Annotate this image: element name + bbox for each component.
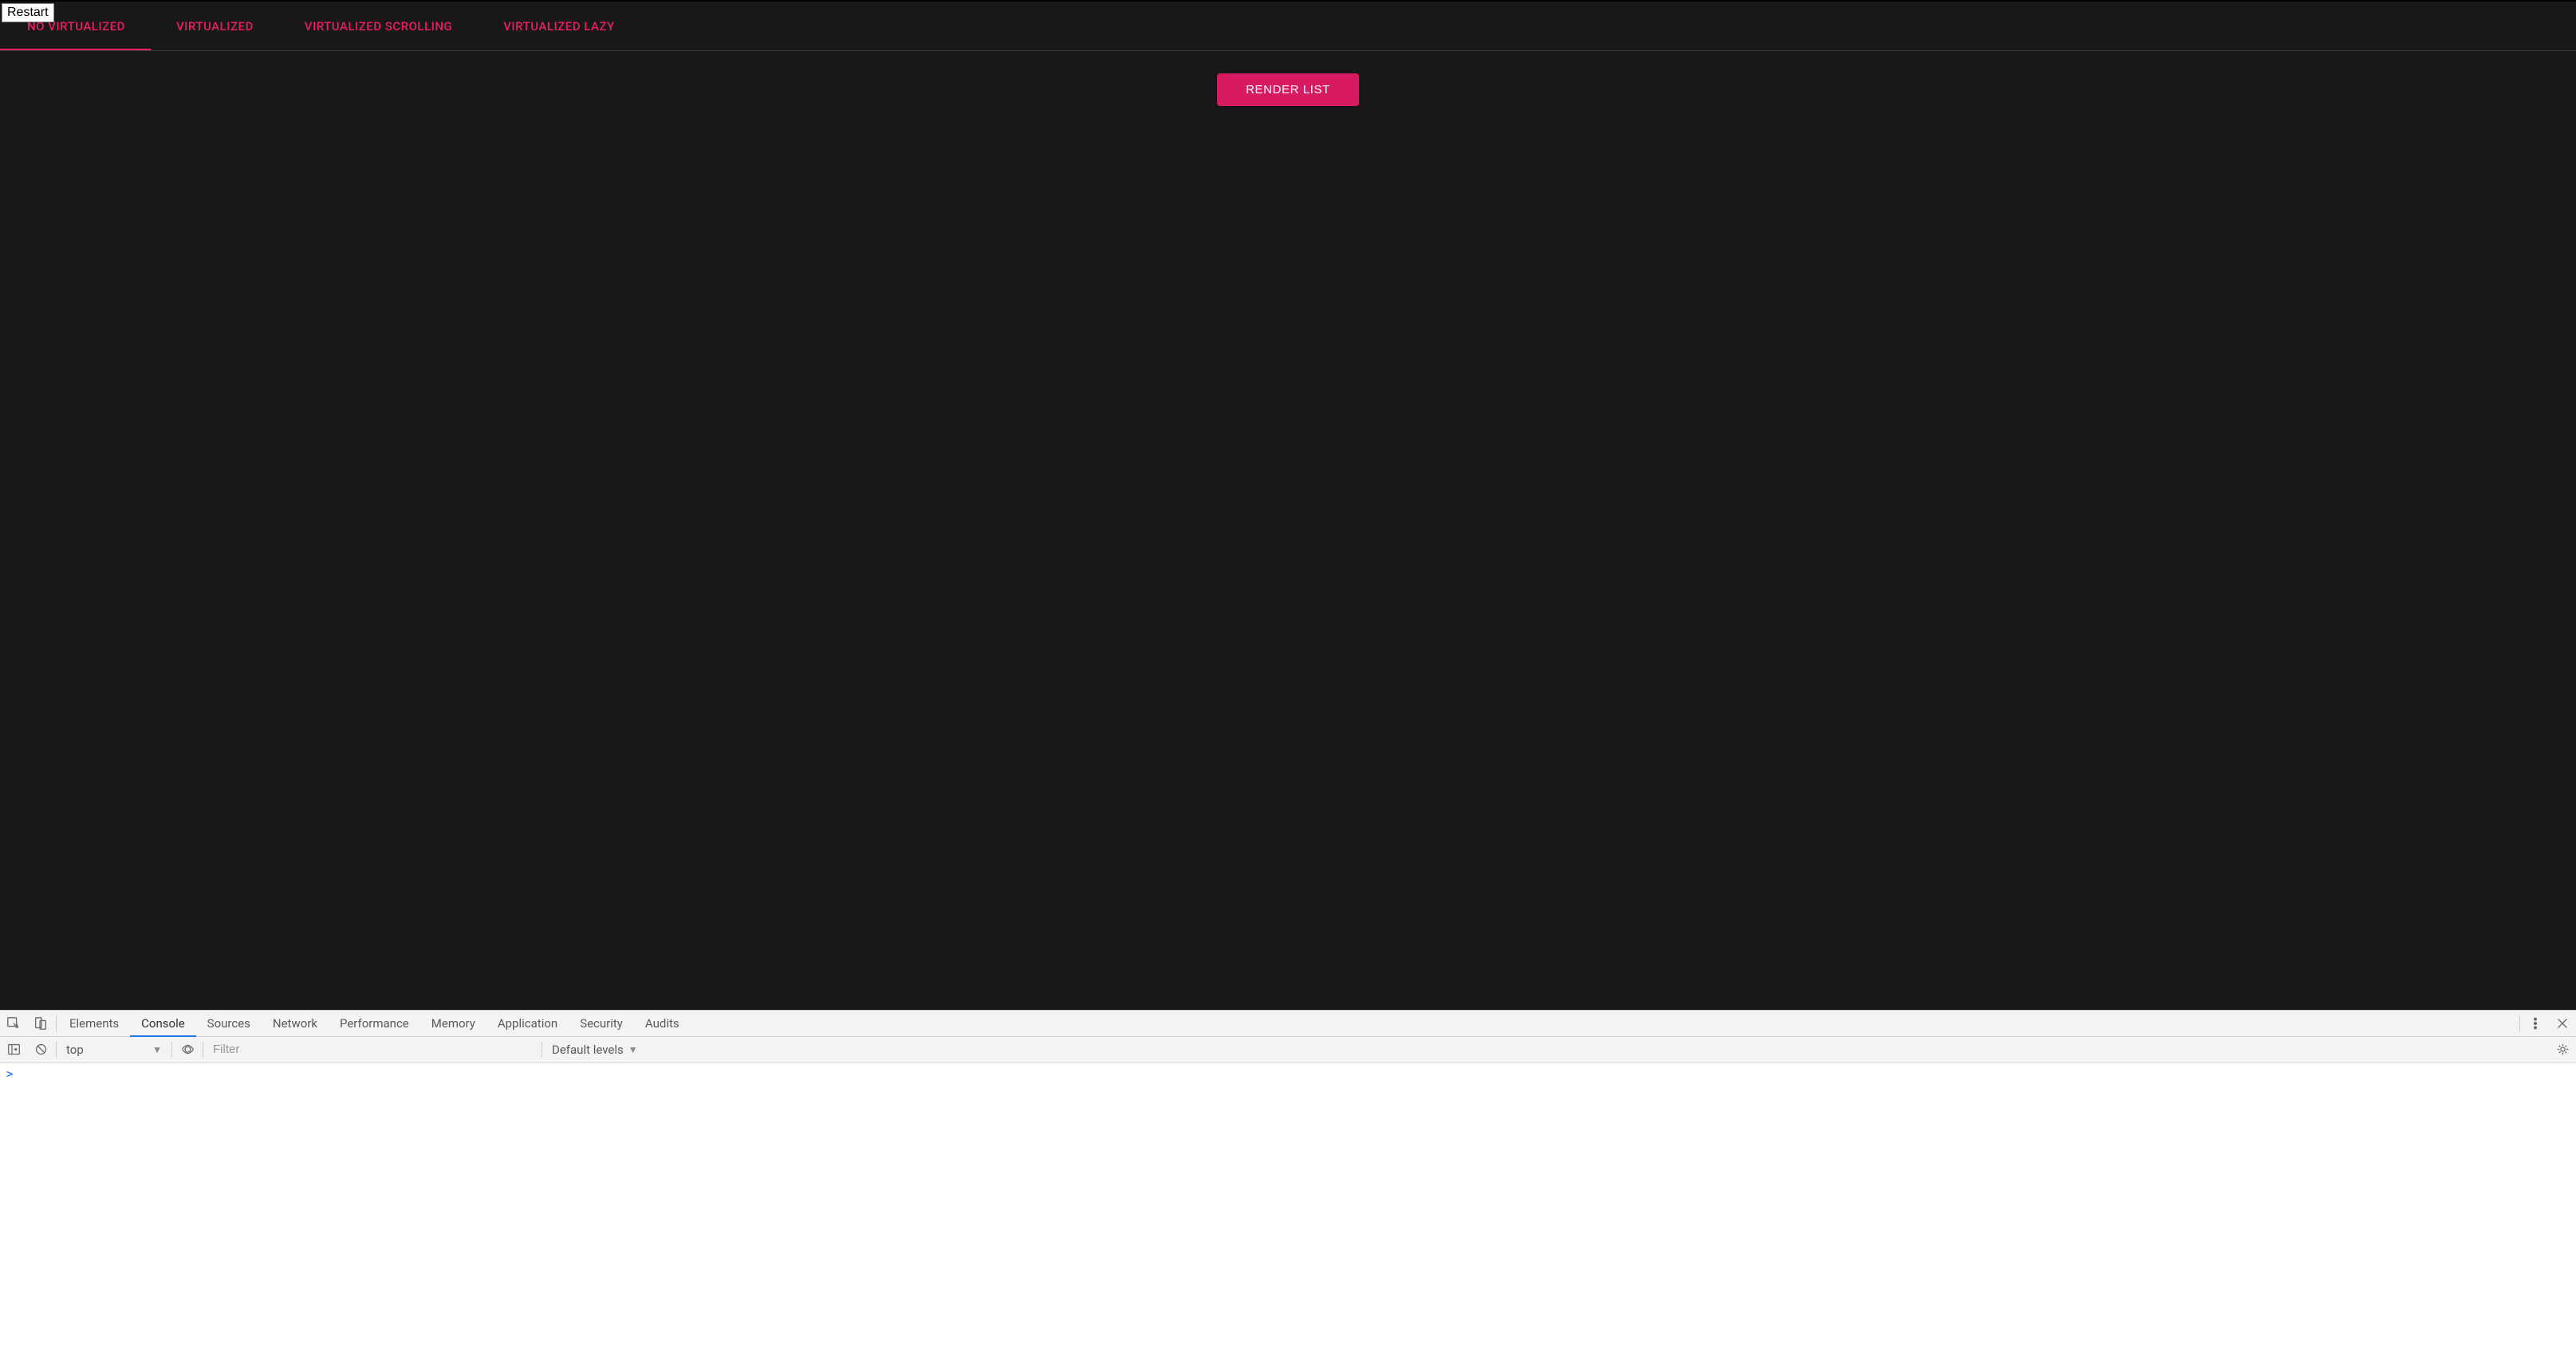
app-tab-bar: NO VIRTUALIZED VIRTUALIZED VIRTUALIZED S…: [0, 2, 2576, 51]
dt-tab-label: Network: [273, 1016, 317, 1031]
console-output[interactable]: >: [0, 1063, 2576, 1372]
tab-label: VIRTUALIZED LAZY: [503, 19, 614, 34]
console-toolbar-right: [2549, 1037, 2576, 1063]
devtools-tab-bar: Elements Console Sources Network Perform…: [0, 1011, 2576, 1037]
dt-tab-label: Audits: [645, 1016, 679, 1031]
devtools-tab-performance[interactable]: Performance: [329, 1011, 420, 1036]
dt-tab-label: Application: [498, 1016, 557, 1031]
devtools-tab-application[interactable]: Application: [486, 1011, 569, 1036]
console-settings-icon[interactable]: [2549, 1037, 2576, 1063]
caret-down-icon: ▼: [152, 1044, 162, 1055]
dt-tab-label: Memory: [431, 1016, 475, 1031]
context-label: top: [66, 1043, 84, 1057]
divider: [171, 1042, 172, 1058]
devtools-tab-memory[interactable]: Memory: [420, 1011, 486, 1036]
console-prompt: >: [6, 1068, 13, 1081]
app-area: Restart NO VIRTUALIZED VIRTUALIZED VIRTU…: [0, 0, 2576, 1010]
devtools-tab-elements[interactable]: Elements: [58, 1011, 130, 1036]
close-devtools-icon[interactable]: [2549, 1011, 2576, 1036]
console-filter-input[interactable]: [205, 1037, 540, 1063]
devtools-tab-network[interactable]: Network: [262, 1011, 329, 1036]
divider: [56, 1015, 57, 1031]
dt-tab-label: Console: [141, 1016, 185, 1031]
devtools-tab-audits[interactable]: Audits: [634, 1011, 691, 1036]
dt-tab-label: Performance: [340, 1016, 409, 1031]
render-list-button[interactable]: RENDER LIST: [1217, 73, 1359, 106]
devtools-tab-sources[interactable]: Sources: [196, 1011, 262, 1036]
inspect-element-icon[interactable]: [0, 1011, 27, 1036]
devtools-right-controls: [2518, 1011, 2576, 1036]
clear-console-icon[interactable]: [27, 1037, 54, 1063]
tab-virtualized[interactable]: VIRTUALIZED: [151, 2, 279, 50]
app-content: RENDER LIST: [0, 51, 2576, 1010]
kebab-menu-icon[interactable]: [2522, 1011, 2549, 1036]
divider: [2519, 1015, 2520, 1031]
devtools-panel: Elements Console Sources Network Perform…: [0, 1010, 2576, 1372]
tab-label: VIRTUALIZED: [176, 19, 254, 34]
restart-button[interactable]: Restart: [2, 3, 54, 22]
devtools-tab-console[interactable]: Console: [130, 1011, 196, 1036]
live-expression-icon[interactable]: [174, 1037, 201, 1063]
devtools-tab-security[interactable]: Security: [569, 1011, 634, 1036]
dt-tab-label: Sources: [207, 1016, 250, 1031]
device-toggle-icon[interactable]: [27, 1011, 54, 1036]
console-toolbar: top ▼ Default levels ▼: [0, 1037, 2576, 1063]
levels-label: Default levels: [552, 1043, 624, 1057]
tab-label: VIRTUALIZED SCROLLING: [305, 19, 452, 34]
caret-down-icon: ▼: [628, 1044, 638, 1055]
dt-tab-label: Security: [580, 1016, 623, 1031]
log-levels-select[interactable]: Default levels ▼: [544, 1037, 646, 1063]
execution-context-select[interactable]: top ▼: [58, 1037, 170, 1063]
console-sidebar-toggle-icon[interactable]: [0, 1037, 27, 1063]
tab-virtualized-lazy[interactable]: VIRTUALIZED LAZY: [478, 2, 640, 50]
dt-tab-label: Elements: [69, 1016, 119, 1031]
tab-virtualized-scrolling[interactable]: VIRTUALIZED SCROLLING: [279, 2, 478, 50]
divider: [56, 1042, 57, 1058]
